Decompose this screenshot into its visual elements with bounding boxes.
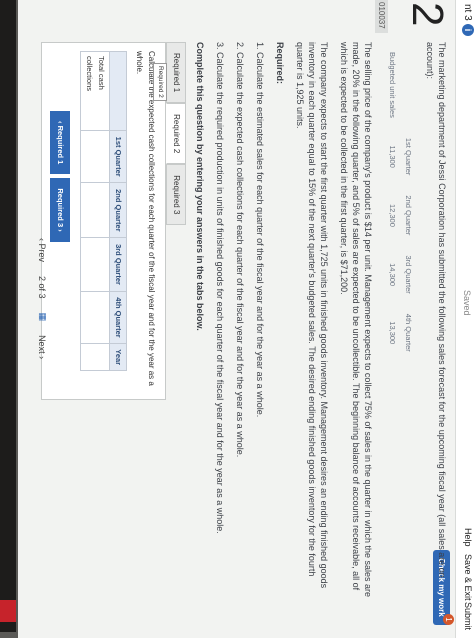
- info-icon[interactable]: i: [462, 24, 474, 36]
- sales-value-q1: 11,300: [388, 145, 397, 168]
- top-bar: nt 3 i Saved Help Save & Exit Submit: [455, 0, 474, 638]
- required-tabs: Required 1 Required 2 Required 3: [166, 42, 186, 602]
- input-q4[interactable]: [80, 291, 110, 344]
- next-required-button[interactable]: Required 3 ›: [50, 178, 70, 242]
- col-header-blank: [109, 51, 127, 131]
- sales-value-q3: 14,300: [388, 263, 397, 287]
- row-label-total-cash: Total cash collections: [80, 51, 110, 131]
- cash-collections-table: 1st Quarter 2nd Quarter 3rd Quarter 4th …: [80, 51, 127, 371]
- complete-instruction: Complete this question by entering your …: [195, 42, 205, 331]
- screen: nt 3 i Saved Help Save & Exit Submit Che…: [18, 0, 474, 638]
- panel-instruction: Calculate the expected cash collections …: [133, 51, 167, 391]
- input-q3[interactable]: [80, 237, 110, 292]
- required-title: Required:: [275, 42, 285, 85]
- required-item-3: 3. Calculate the required production in …: [215, 42, 225, 534]
- sales-header-q3: 3rd Quarter: [404, 255, 413, 294]
- points-badge: 010037: [375, 0, 388, 33]
- tab-required-1[interactable]: Required 1: [166, 42, 186, 104]
- next-button[interactable]: Next ›: [38, 335, 48, 359]
- sales-row-label: Budgeted unit sales: [388, 52, 397, 118]
- saved-status: Saved: [462, 290, 472, 316]
- prev-required-button[interactable]: ‹ Required 1: [50, 111, 70, 175]
- sales-value-q2: 12,300: [388, 203, 397, 227]
- question-pager: ‹ Prev 2 of 3 ▦ Next ›: [37, 238, 49, 359]
- col-header-q1: 1st Quarter: [109, 130, 127, 183]
- prev-label: Prev: [37, 243, 48, 263]
- submit-button[interactable]: Submit: [463, 602, 473, 630]
- sales-forecast-table: 1st Quarter 2nd Quarter 3rd Quarter 4th …: [384, 42, 416, 362]
- next-label: Next: [37, 335, 48, 354]
- sales-value-q4: 13,300: [388, 321, 397, 345]
- input-year[interactable]: [80, 343, 110, 371]
- help-link[interactable]: Help: [463, 528, 473, 547]
- save-exit-button[interactable]: Save & Exit: [463, 554, 473, 601]
- input-q2[interactable]: [80, 182, 110, 238]
- required-navigation: ‹ Required 1 Required 3 ›: [50, 111, 70, 391]
- panel-instruction-text: Calculate the expected cash collections …: [135, 51, 156, 386]
- question-counter: nt 3: [462, 4, 473, 21]
- laptop-edge: [0, 0, 16, 632]
- sales-header-q1: 1st Quarter: [404, 137, 413, 176]
- required-2-panel: Calculate the expected cash collections …: [41, 42, 167, 400]
- tab-tooltip: Required 2: [153, 63, 167, 101]
- page-position: 2 of 3: [37, 276, 48, 299]
- prev-button[interactable]: ‹ Prev: [38, 238, 48, 262]
- next-required-label: Required 3: [56, 188, 65, 228]
- required-item-1: 1. Calculate the estimated sales for eac…: [255, 42, 265, 418]
- paragraph-collections: The selling price of the company's produ…: [339, 42, 373, 598]
- publisher-logo: [0, 600, 16, 622]
- tab-required-2[interactable]: Required 2: [166, 103, 186, 165]
- grid-icon[interactable]: ▦: [37, 313, 48, 322]
- tab-required-3[interactable]: Required 3: [166, 164, 186, 226]
- prev-required-label: Required 1: [56, 125, 65, 165]
- sales-header-q4: 4th Quarter: [404, 313, 413, 352]
- paragraph-inventory: The company expects to start the first q…: [295, 42, 329, 589]
- col-header-q2: 2nd Quarter: [109, 182, 127, 238]
- input-q1[interactable]: [80, 130, 110, 183]
- required-item-2: 2. Calculate the expected cash collectio…: [235, 42, 245, 458]
- col-header-q4: 4th Quarter: [109, 291, 127, 344]
- question-number: 2: [403, 2, 452, 27]
- intro-text: The marketing department of Jessi Corpor…: [425, 42, 447, 578]
- sales-header-q2: 2nd Quarter: [404, 195, 413, 236]
- sales-header-blank: [400, 42, 416, 128]
- col-header-q3: 3rd Quarter: [109, 237, 127, 292]
- col-header-year: Year: [109, 343, 127, 371]
- question-content: The marketing department of Jessi Corpor…: [41, 42, 448, 602]
- alert-badge: 1: [443, 614, 454, 625]
